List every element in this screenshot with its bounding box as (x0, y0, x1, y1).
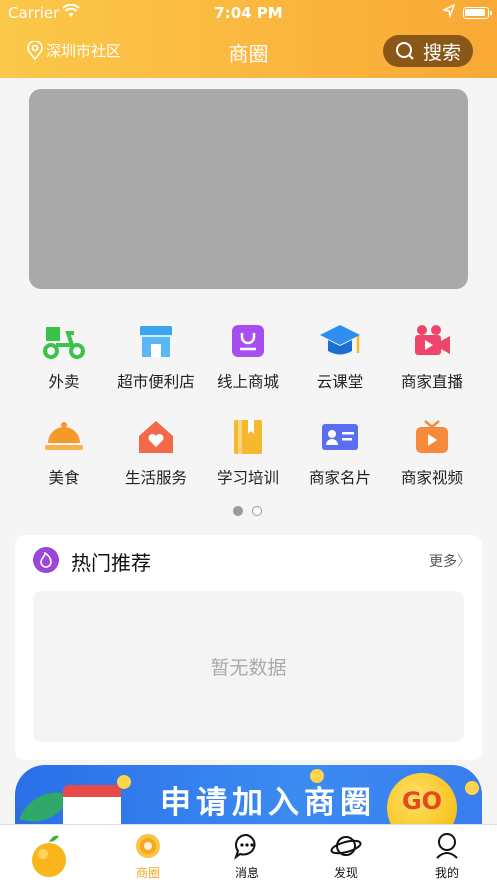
hot-recommend-section: 热门推荐 更多〉 暂无数据 (15, 535, 482, 760)
scooter-icon (41, 318, 87, 364)
business-card-icon (317, 414, 363, 460)
business-circle-icon (108, 831, 188, 861)
tab-business-circle[interactable]: 商圈 (108, 831, 188, 881)
tab-profile[interactable]: 我的 (407, 831, 487, 881)
navbar: 深圳市社区 商圈 搜索 (0, 32, 497, 70)
category-label: 超市便利店 (117, 373, 195, 391)
category-item[interactable]: 学习培训 (202, 414, 294, 488)
message-icon (207, 831, 287, 861)
banner-carousel[interactable] (29, 89, 468, 289)
tab-label: 我的 (434, 866, 459, 880)
section-title: 热门推荐 (71, 551, 151, 575)
planet-icon (306, 831, 386, 861)
video-camera-icon (409, 318, 455, 364)
category-item[interactable]: 美食 (18, 414, 110, 488)
category-label: 云课堂 (316, 373, 364, 391)
category-item[interactable]: 商家视频 (386, 414, 478, 488)
empty-state: 暂无数据 (33, 591, 464, 742)
battery-icon (463, 7, 492, 19)
go-badge: GO (387, 773, 457, 827)
coin-icon (117, 775, 131, 789)
tab-label: 发现 (333, 866, 358, 880)
tv-icon (409, 414, 455, 460)
category-item[interactable]: 生活服务 (110, 414, 202, 488)
search-label: 搜索 (422, 41, 461, 64)
tab-bar: 商圈 消息 发现 我的 (0, 824, 497, 883)
fire-icon (33, 547, 59, 573)
home-heart-icon (133, 414, 179, 460)
category-label: 商家直播 (400, 373, 463, 391)
category-label: 商家视频 (400, 469, 463, 487)
category-item[interactable]: 外卖 (18, 318, 110, 392)
category-label: 学习培训 (216, 469, 279, 487)
category-item[interactable]: 商家名片 (294, 414, 386, 488)
category-label: 美食 (48, 469, 80, 487)
category-label: 外卖 (48, 373, 80, 391)
location-arrow-icon (441, 3, 456, 22)
status-time: 7:04 PM (214, 4, 283, 22)
page-dot[interactable] (252, 506, 262, 516)
store-icon (133, 318, 179, 364)
graduation-cap-icon (317, 318, 363, 364)
shopping-bag-icon (225, 318, 271, 364)
chevron-right-icon: 〉 (457, 554, 471, 570)
tab-label: 商圈 (135, 866, 160, 880)
category-item[interactable]: 商家直播 (386, 318, 478, 392)
category-label: 商家名片 (308, 469, 371, 487)
profile-icon (407, 831, 487, 861)
category-item[interactable]: 云课堂 (294, 318, 386, 392)
tab-home[interactable] (9, 831, 89, 881)
tab-label: 消息 (234, 866, 259, 880)
food-cloche-icon (41, 414, 87, 460)
page-indicator (233, 506, 262, 516)
promo-text: 申请加入商圈 (160, 785, 376, 821)
more-label: 更多 (429, 554, 457, 570)
header: Carrier 7:04 PM 深圳市社区 商圈 搜索 (0, 0, 497, 78)
page-dot-active[interactable] (233, 506, 243, 516)
category-item[interactable]: 线上商城 (202, 318, 294, 392)
orange-logo-icon (9, 831, 89, 881)
more-link[interactable]: 更多〉 (429, 551, 471, 571)
join-promo-banner[interactable]: 申请加入商圈 GO (15, 765, 482, 827)
category-label: 线上商城 (216, 373, 279, 391)
category-label: 生活服务 (124, 469, 187, 487)
calendar-icon (63, 785, 121, 827)
status-bar: Carrier 7:04 PM (0, 0, 497, 26)
coin-icon (465, 781, 479, 795)
tab-discover[interactable]: 发现 (306, 831, 386, 881)
search-icon (395, 42, 414, 60)
category-item[interactable]: 超市便利店 (110, 318, 202, 392)
book-icon (225, 414, 271, 460)
tab-messages[interactable]: 消息 (207, 831, 287, 881)
search-button[interactable]: 搜索 (383, 35, 473, 67)
